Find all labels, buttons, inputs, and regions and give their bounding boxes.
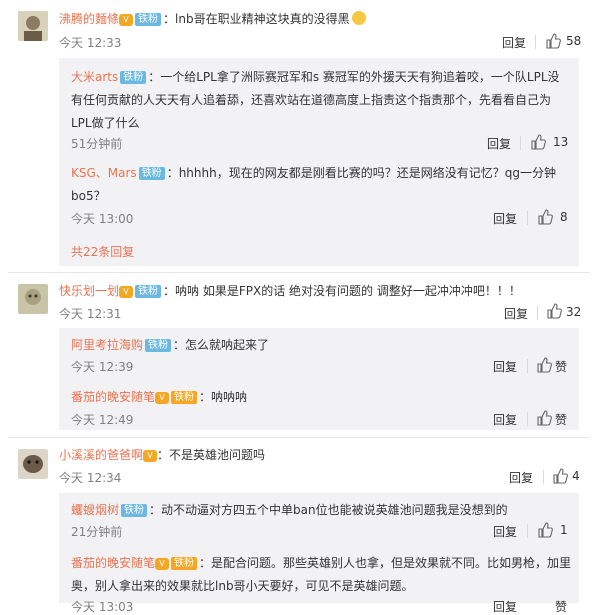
like-icon[interactable]	[530, 134, 546, 150]
reply-time: 今天 12:39	[71, 360, 134, 374]
reply-text: 奥，别人拿出来的效果就比lnb哥小天要好，可见不是英雄问题。	[71, 579, 414, 593]
user-name[interactable]: 阿里考拉海购	[71, 338, 143, 352]
comment-header: 快乐划一划 V 铁粉 ：呐呐 如果是FPX的话 绝对没有问题的 调整好一起冲冲冲吧！！…	[59, 282, 521, 299]
user-name[interactable]: 蠼螋烟树	[71, 503, 119, 517]
reply-item: 阿里考拉海购 铁粉 ：怎么就呐起来了	[71, 336, 269, 353]
avatar[interactable]	[18, 11, 48, 41]
fan-badge: 铁粉	[135, 13, 162, 26]
reply-item: 番茄的晚安随笔 V 铁粉 ：呐呐呐	[71, 388, 247, 405]
fan-badge: 铁粉	[121, 504, 148, 517]
fan-badge: 铁粉	[145, 339, 172, 352]
reply-item: KSG、Mars 铁粉 ：hhhhh，现在的网友都是刚看比赛的吗？还是网络没有记忆？…	[71, 162, 571, 208]
divider	[527, 211, 528, 225]
reply-text: ：呐呐呐	[199, 390, 248, 404]
vip-icon: V	[143, 450, 158, 462]
reply-text: LPL做了什么	[71, 116, 140, 130]
reply-text: ：是配合问题。那些英雄别人也拿，但是效果就不同。比如男枪，加里	[199, 556, 572, 570]
comment-header: 小溪溪的爸爸啊 V ：不是英雄池问题吗	[59, 446, 265, 463]
reply-time: 21分钟前	[71, 525, 123, 539]
reply-text: bo5？	[71, 189, 106, 203]
reply-button[interactable]: 回复	[493, 358, 517, 375]
reply-time: 51分钟前	[71, 137, 123, 151]
avatar[interactable]	[18, 449, 48, 479]
like-icon[interactable]	[536, 410, 552, 426]
comment-text: ：lnb哥在职业精神这块真的没得黑	[163, 12, 350, 26]
reply-time: 今天 13:00	[71, 212, 134, 226]
like-icon[interactable]	[545, 33, 561, 49]
comment-text: ：不是英雄池问题吗	[157, 448, 266, 462]
reply-text: ：一个给LPL拿了洲际赛冠军和s 赛冠军的外援天天有狗追着咬，一个队LPL没	[148, 70, 560, 84]
user-name[interactable]: KSG、Mars	[71, 166, 137, 180]
vip-icon: V	[155, 558, 170, 570]
more-replies-link[interactable]: 共22条回复	[71, 243, 134, 260]
reply-button[interactable]: 回复	[502, 34, 526, 51]
like-count: 13	[553, 135, 569, 149]
reply-text: ：动不动逼对方四五个中单ban位也能被说英雄池问题我是没想到的	[149, 503, 508, 517]
user-name[interactable]: 沸腾的麵條	[59, 12, 119, 26]
reply-text: ：hhhhh，现在的网友都是刚看比赛的吗？还是网络没有记忆？qg一分钟	[166, 166, 556, 180]
vip-icon: V	[155, 392, 170, 404]
like-icon[interactable]	[546, 303, 562, 319]
comment-header: 沸腾的麵條 V 铁粉 ：lnb哥在职业精神这块真的没得黑	[59, 10, 366, 27]
user-name[interactable]: 番茄的晚安随笔	[71, 390, 155, 404]
fan-badge: 铁粉	[138, 167, 165, 180]
cry-emoji-icon	[351, 11, 366, 25]
like-count: 4	[572, 469, 580, 483]
like-count: 32	[566, 305, 582, 319]
like-count: 赞	[555, 600, 568, 614]
like-count: 赞	[555, 360, 568, 374]
vip-icon: V	[119, 14, 134, 26]
reply-button[interactable]: 回复	[509, 469, 533, 486]
comment-time: 今天 12:34	[59, 471, 122, 485]
divider	[535, 35, 536, 49]
like-count: 58	[566, 34, 582, 48]
reply-time: 今天 12:49	[71, 413, 134, 427]
like-icon[interactable]	[537, 209, 553, 225]
like-count: 8	[560, 210, 568, 224]
user-name[interactable]: 快乐划一划	[59, 284, 119, 298]
like-icon[interactable]	[552, 468, 568, 484]
divider	[527, 359, 528, 373]
reply-text: ：怎么就呐起来了	[173, 338, 270, 352]
reply-text: 有任何贡献的人天天有人追着舔，还喜欢站在道德高度上指责这个指责那个，先看看自己为	[71, 93, 552, 107]
divider	[520, 136, 521, 150]
divider	[527, 524, 528, 538]
separator	[8, 437, 590, 438]
reply-item: 番茄的晚安随笔 V 铁粉 ：是配合问题。那些英雄别人也拿，但是效果就不同。比如男枪，加…	[71, 552, 581, 598]
comment-time: 今天 12:33	[59, 36, 122, 50]
divider	[527, 412, 528, 426]
like-count: 赞	[555, 413, 568, 427]
divider	[537, 306, 538, 320]
user-name[interactable]: 大米arts	[71, 70, 118, 84]
reply-button[interactable]: 回复	[493, 210, 517, 227]
like-count: 1	[560, 523, 568, 537]
vip-icon: V	[119, 286, 134, 298]
reply-button[interactable]: 回复	[493, 411, 517, 428]
divider	[543, 470, 544, 484]
user-name[interactable]: 番茄的晚安随笔	[71, 556, 155, 570]
reply-button[interactable]: 回复	[493, 523, 517, 540]
reply-time: 今天 13:03	[71, 600, 134, 614]
reply-item: 大米arts 铁粉 ：一个给LPL拿了洲际赛冠军和s 赛冠军的外援天天有狗追着咬，一…	[71, 66, 571, 135]
fan-badge: 铁粉	[171, 557, 198, 570]
fan-badge: 铁粉	[171, 391, 198, 404]
reply-button[interactable]: 回复	[487, 135, 511, 152]
reply-button[interactable]: 回复	[504, 305, 528, 322]
reply-button[interactable]: 回复	[493, 598, 517, 615]
reply-item: 蠼螋烟树 铁粉 ：动不动逼对方四五个中单ban位也能被说英雄池问题我是没想到的	[71, 501, 508, 518]
comment-text: ：呐呐 如果是FPX的话 绝对没有问题的 调整好一起冲冲冲吧！！！	[163, 284, 521, 298]
fan-badge: 铁粉	[120, 71, 147, 84]
fan-badge: 铁粉	[135, 285, 162, 298]
like-icon[interactable]	[537, 522, 553, 538]
separator	[8, 272, 590, 273]
like-icon[interactable]	[536, 357, 552, 373]
comment-time: 今天 12:31	[59, 307, 122, 321]
user-name[interactable]: 小溪溪的爸爸啊	[59, 448, 143, 462]
avatar[interactable]	[18, 284, 48, 314]
